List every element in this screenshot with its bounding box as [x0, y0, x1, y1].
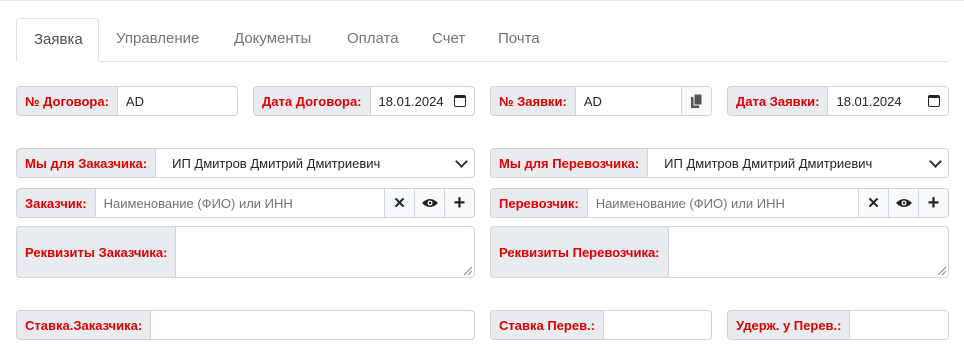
contract-date-value: 18.01.2024: [378, 93, 444, 109]
resize-grip-icon[interactable]: [938, 267, 946, 275]
carrier-withhold-label: Удерж. у Перев.:: [727, 310, 851, 340]
carrier-label: Перевозчик:: [490, 188, 588, 218]
tab-management[interactable]: Управление: [99, 18, 216, 60]
we-for-customer-group: Мы для Заказчика: ИП Дмитров Дмитрий Дми…: [16, 148, 475, 178]
carrier-details-group: Реквизиты Перевозчика:: [490, 226, 949, 278]
copy-icon: [690, 94, 702, 108]
customer-label: Заказчик:: [16, 188, 96, 218]
request-date-label: Дата Заявки:: [727, 86, 829, 116]
tab-mail[interactable]: Почта: [481, 18, 557, 60]
carrier-details-label: Реквизиты Перевозчика:: [490, 226, 669, 278]
contract-date-input[interactable]: 18.01.2024: [370, 86, 475, 116]
request-date-value: 18.01.2024: [836, 93, 902, 109]
close-icon: ✕: [867, 195, 880, 212]
close-icon: ✕: [393, 195, 406, 212]
clear-customer-button[interactable]: ✕: [385, 188, 415, 218]
customer-placeholder: Наименование (ФИО) или ИНН: [103, 195, 293, 211]
contract-date-label: Дата Договора:: [253, 86, 371, 116]
add-customer-button[interactable]: +: [445, 188, 475, 218]
carrier-details-textarea[interactable]: [668, 226, 949, 278]
eye-icon: [895, 199, 912, 207]
view-customer-button[interactable]: [415, 188, 445, 218]
clear-carrier-button[interactable]: ✕: [859, 188, 889, 218]
we-for-customer-value: ИП Дмитров Дмитрий Дмитриевич: [172, 155, 381, 171]
carrier-rate-label: Ставка Перев.:: [490, 310, 605, 340]
customer-rate-input[interactable]: [151, 310, 475, 340]
tab-bar: Заявка Управление Документы Оплата Счет …: [16, 18, 948, 62]
carrier-rate-input[interactable]: [604, 310, 712, 340]
we-for-customer-label: Мы для Заказчика:: [16, 148, 157, 178]
tab-documents[interactable]: Документы: [217, 18, 328, 60]
customer-details-group: Реквизиты Заказчика:: [16, 226, 475, 278]
plus-icon: +: [453, 192, 466, 214]
tab-request[interactable]: Заявка: [16, 18, 99, 62]
carrier-input[interactable]: Наименование (ФИО) или ИНН: [587, 188, 859, 218]
chevron-down-icon: [929, 154, 942, 168]
customer-details-textarea[interactable]: [176, 226, 475, 278]
we-for-carrier-value: ИП Дмитров Дмитрий Дмитриевич: [664, 155, 873, 171]
we-for-carrier-group: Мы для Перевозчика: ИП Дмитров Дмитрий Д…: [490, 148, 949, 178]
customer-rate-group: Ставка.Заказчика:: [16, 310, 475, 340]
request-date-input[interactable]: 18.01.2024: [828, 86, 949, 116]
customer-details-label: Реквизиты Заказчика:: [16, 226, 177, 278]
customer-input[interactable]: Наименование (ФИО) или ИНН: [95, 188, 385, 218]
carrier-withhold-group: Удерж. у Перев.:: [727, 310, 949, 340]
copy-button[interactable]: [682, 86, 712, 116]
add-carrier-button[interactable]: +: [919, 188, 949, 218]
calendar-icon[interactable]: [454, 95, 466, 107]
carrier-rate-group: Ставка Перев.:: [490, 310, 712, 340]
tab-payment[interactable]: Оплата: [330, 18, 416, 60]
we-for-customer-select[interactable]: ИП Дмитров Дмитрий Дмитриевич: [156, 148, 475, 178]
customer-group: Заказчик: Наименование (ФИО) или ИНН ✕ +: [16, 188, 475, 218]
we-for-carrier-label: Мы для Перевозчика:: [490, 148, 649, 178]
plus-icon: +: [927, 192, 940, 214]
carrier-withhold-input[interactable]: [850, 310, 949, 340]
customer-rate-label: Ставка.Заказчика:: [16, 310, 152, 340]
carrier-placeholder: Наименование (ФИО) или ИНН: [595, 195, 785, 211]
view-carrier-button[interactable]: [889, 188, 919, 218]
contract-number-group: № Договора: AD: [16, 86, 238, 116]
contract-date-group: Дата Договора: 18.01.2024: [253, 86, 475, 116]
request-number-group: № Заявки: AD: [490, 86, 712, 116]
eye-icon: [421, 199, 438, 207]
request-number-value: AD: [583, 93, 602, 109]
request-number-input[interactable]: AD: [575, 86, 682, 116]
contract-number-input[interactable]: AD: [117, 86, 238, 116]
request-date-group: Дата Заявки: 18.01.2024: [727, 86, 949, 116]
contract-number-value: AD: [125, 93, 144, 109]
we-for-carrier-select[interactable]: ИП Дмитров Дмитрий Дмитриевич: [648, 148, 949, 178]
carrier-group: Перевозчик: Наименование (ФИО) или ИНН ✕…: [490, 188, 949, 218]
resize-grip-icon[interactable]: [464, 267, 472, 275]
tab-invoice[interactable]: Счет: [415, 18, 482, 60]
calendar-icon[interactable]: [928, 95, 940, 107]
chevron-down-icon: [455, 154, 468, 168]
request-number-label: № Заявки:: [490, 86, 576, 116]
contract-number-label: № Договора:: [16, 86, 118, 116]
